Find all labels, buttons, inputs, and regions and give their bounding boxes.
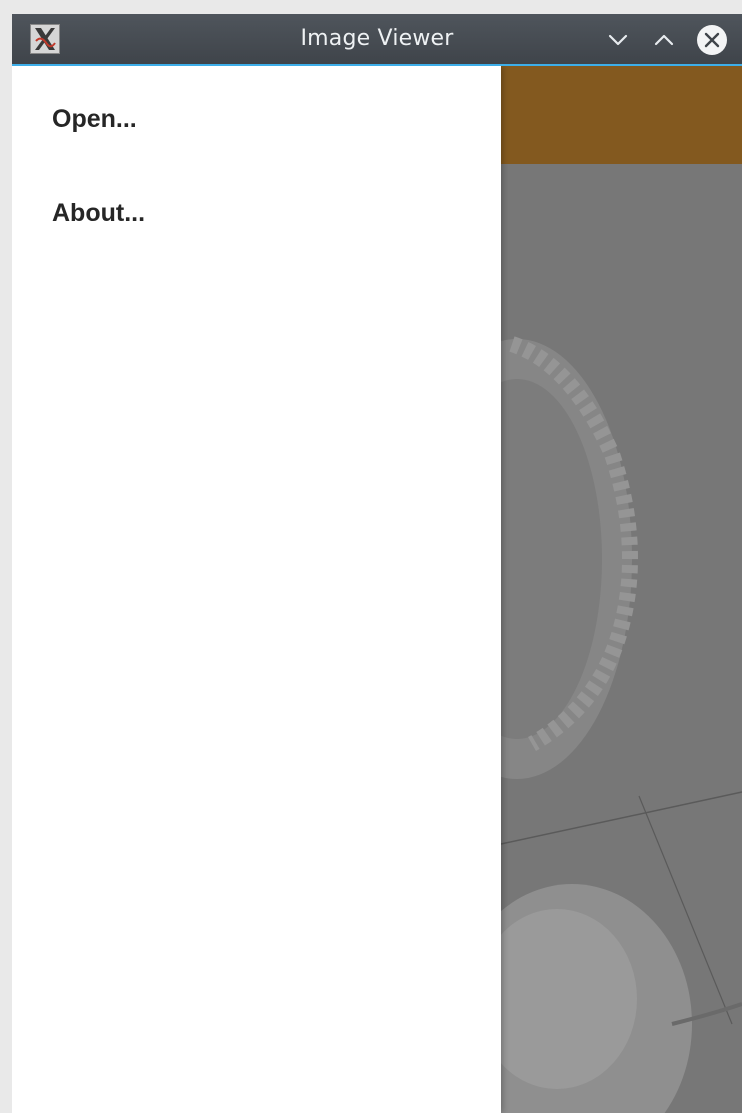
navigation-drawer: Open... About...: [12, 66, 501, 1113]
menu-item-open-label: Open...: [52, 104, 137, 133]
title-bar[interactable]: Image Viewer: [12, 14, 742, 66]
viewer-content: Open... About...: [12, 66, 742, 1113]
chevron-down-icon[interactable]: [600, 22, 636, 58]
app-window: Image Viewer Open... About...: [12, 14, 742, 1113]
close-circle-icon[interactable]: [694, 22, 730, 58]
menu-item-about[interactable]: About...: [12, 166, 501, 260]
chevron-up-icon[interactable]: [646, 22, 682, 58]
menu-item-about-label: About...: [52, 198, 146, 227]
menu-item-open[interactable]: Open...: [12, 72, 501, 166]
